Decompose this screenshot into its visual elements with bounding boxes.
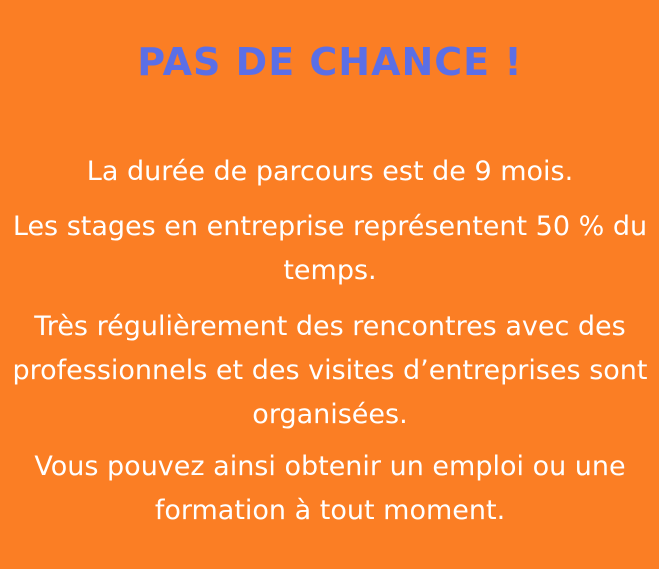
panel-title: PAS DE CHANCE ! [137,40,523,84]
outcome-paragraph: Vous pouvez ainsi obtenir un emploi ou u… [34,451,626,526]
info-panel: PAS DE CHANCE ! La durée de parcours est… [0,0,660,570]
duration-paragraph: La durée de parcours est de 9 mois. [86,156,574,187]
internship-paragraph: Les stages en entreprise représentent 50… [12,211,648,286]
meetings-paragraph: Très régulièrement des rencontres avec d… [12,311,648,430]
